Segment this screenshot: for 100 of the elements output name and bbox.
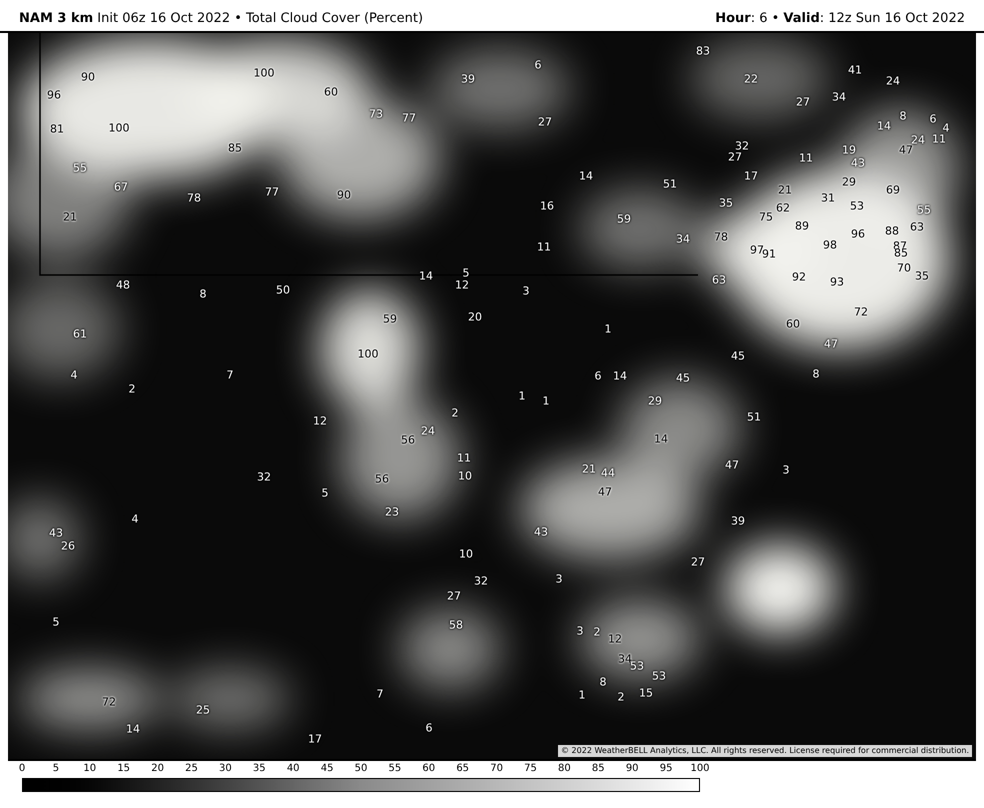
map-value-label: 77: [265, 186, 279, 198]
map-value-label: 59: [617, 214, 631, 224]
map-value-label: 15: [639, 688, 653, 698]
legend-tick-label: 50: [354, 764, 368, 774]
map-value-label: 47: [899, 144, 913, 156]
map-value-label: 55: [73, 162, 87, 174]
legend-tick-label: 10: [83, 764, 96, 774]
map-value-label: 59: [383, 314, 397, 324]
map-value-label: 72: [102, 696, 116, 708]
map-value-label: 27: [538, 116, 552, 128]
map-value-label: 96: [47, 90, 61, 100]
map-value-label: 63: [712, 274, 726, 286]
map-value-label: 81: [50, 124, 64, 134]
map-value-label: 1: [604, 324, 612, 334]
map-value-label: 32: [257, 472, 271, 482]
map-value-label: 2: [452, 408, 458, 418]
map-value-label: 34: [676, 234, 690, 244]
map-value-label: 16: [540, 200, 554, 212]
map-value-label: 6: [930, 114, 936, 124]
map-value-label: 32: [474, 576, 488, 586]
map-value-label: 23: [385, 506, 399, 518]
map-value-label: 14: [419, 270, 433, 282]
legend-tick-label: 65: [456, 764, 470, 774]
legend-tick-label: 30: [219, 764, 232, 774]
map-value-label: 78: [714, 232, 728, 242]
map-value-label: 43: [49, 528, 63, 538]
map-value-label: 90: [81, 72, 95, 82]
map-value-label: 2: [128, 384, 136, 394]
map-value-label: 19: [842, 144, 856, 156]
legend-tick-label: 0: [18, 764, 26, 774]
legend-tick-label: 55: [388, 764, 402, 774]
map-value-label: 88: [885, 226, 899, 236]
map-value-label: 91: [762, 248, 776, 260]
map-value-label: 39: [731, 516, 745, 526]
map-value-label: 11: [457, 452, 471, 464]
map-value-label: 53: [850, 200, 864, 212]
map-value-label: 20: [468, 312, 482, 322]
map-value-label: 47: [725, 460, 739, 470]
map-value-label: 17: [308, 734, 322, 744]
map-value-label: 6: [534, 60, 542, 70]
map-value-label: 56: [401, 434, 415, 446]
map-value-label: 83: [696, 46, 710, 56]
legend-tick-label: 45: [320, 764, 334, 774]
map-value-label: 26: [61, 540, 75, 552]
map-value-label: 24: [886, 76, 900, 86]
map-value-label: 50: [276, 284, 290, 296]
map-value-label: 14: [613, 370, 627, 382]
map-value-label: 39: [461, 74, 475, 84]
map-value-label: 45: [731, 350, 745, 362]
map-value-label: 53: [652, 670, 666, 682]
map-value-label: 11: [799, 152, 813, 164]
map-value-label: 10: [459, 548, 473, 560]
map-value-label: 14: [579, 170, 593, 182]
map-value-label: 55: [917, 204, 931, 216]
legend-tick-label: 75: [524, 764, 537, 774]
map-value-label: 32: [735, 140, 749, 152]
map-value-label: 8: [200, 288, 206, 300]
map-value-label: 27: [728, 152, 742, 162]
map-title: NAM 3 km Init 06z 16 Oct 2022 • Total Cloud Cover (Percent): [19, 10, 424, 28]
map-value-label: 5: [322, 488, 328, 498]
map-value-label: 31: [821, 192, 835, 204]
legend-tick-label: 5: [52, 764, 60, 774]
map-value-label: 10: [458, 470, 472, 482]
map-value-label: 21: [582, 464, 596, 474]
map-value-label: 100: [358, 348, 378, 360]
legend-tick-label: 95: [660, 764, 672, 774]
map-value-label: 25: [196, 704, 210, 716]
legend-tick-label: 70: [490, 764, 503, 774]
map-value-label: 12: [455, 280, 469, 290]
map-value-label: 14: [877, 120, 891, 132]
map-value-label: 98: [823, 240, 837, 250]
map-value-label: 5: [462, 268, 470, 278]
map-value-label: 4: [132, 514, 138, 524]
legend-tick-label: 90: [626, 764, 639, 774]
map-value-label: 24: [911, 134, 925, 146]
map-value-label: 27: [691, 556, 705, 568]
map-value-label: 11: [932, 134, 946, 144]
legend-tick-label: 100: [690, 764, 710, 774]
map-value-label: 78: [187, 192, 201, 204]
map-value-label: 45: [676, 372, 690, 384]
map-value-label: 61: [73, 328, 87, 340]
map-value-label: 75: [759, 212, 773, 222]
map-value-label: 70: [897, 262, 911, 274]
map-value-label: 12: [313, 416, 327, 426]
map-value-label: 1: [542, 396, 550, 406]
map-value-label: 7: [226, 370, 234, 380]
map-value-label: 3: [556, 574, 562, 584]
map-value-label: 48: [116, 280, 130, 290]
map-value-label: 34: [618, 654, 632, 664]
map-value-label: 97: [750, 244, 764, 256]
map-value-label: 51: [747, 412, 761, 422]
map-value-label: 58: [449, 620, 463, 630]
map-value-label: 60: [786, 318, 800, 330]
map-value-label: 89: [795, 220, 809, 232]
map-value-label: 92: [792, 272, 806, 282]
legend-tick-label: 35: [252, 764, 266, 774]
map-value-label: 14: [654, 434, 668, 444]
legend-tick-label: 15: [117, 764, 130, 774]
map-value-label: 4: [942, 122, 950, 134]
legend-tick-label: 60: [422, 764, 436, 774]
